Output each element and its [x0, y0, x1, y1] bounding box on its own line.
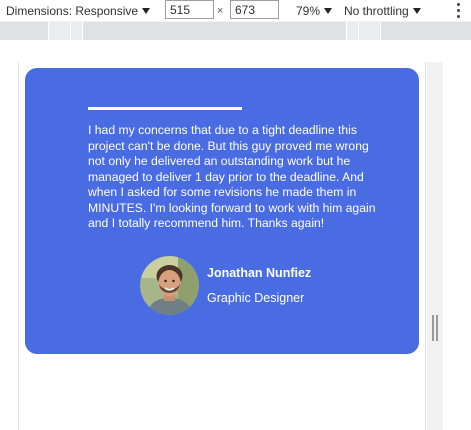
throttling-dropdown[interactable]: No throttling — [344, 0, 421, 21]
height-input[interactable] — [230, 0, 279, 19]
times-symbol: × — [217, 4, 224, 17]
media-query-tick — [70, 22, 71, 41]
avatar-photo — [140, 256, 199, 315]
media-query-tick — [380, 22, 381, 41]
accent-divider — [88, 107, 242, 110]
testimonial-card: I had my concerns that due to a tight de… — [25, 68, 419, 354]
media-query-segment[interactable] — [48, 22, 82, 41]
zoom-label: 79% — [296, 3, 321, 18]
width-input[interactable] — [165, 0, 214, 19]
zoom-dropdown[interactable]: 79% — [296, 0, 333, 21]
throttling-label: No throttling — [344, 3, 409, 18]
avatar — [140, 256, 199, 315]
resize-gutter[interactable] — [427, 62, 443, 430]
dimensions-dropdown[interactable]: Dimensions: Responsive — [6, 0, 151, 21]
media-query-tick — [346, 22, 347, 41]
resize-handle[interactable] — [432, 315, 438, 341]
more-vert-icon[interactable] — [455, 3, 461, 18]
media-query-tick — [82, 22, 83, 41]
testimonial-quote: I had my concerns that due to a tight de… — [88, 123, 376, 230]
dimensions-label: Dimensions: Responsive — [6, 3, 139, 18]
caret-down-icon — [142, 8, 151, 14]
media-query-segment[interactable] — [346, 22, 380, 41]
caret-down-icon — [324, 8, 333, 14]
media-query-tick — [48, 22, 49, 41]
caret-down-icon — [412, 8, 421, 14]
author-name: Jonathan Nunfiez — [207, 266, 312, 280]
media-query-tick — [358, 22, 359, 41]
author-role: Graphic Designer — [207, 291, 305, 305]
device-toolbar: Dimensions: Responsive × 79% No throttli… — [0, 0, 471, 21]
media-query-bar[interactable] — [0, 21, 471, 41]
